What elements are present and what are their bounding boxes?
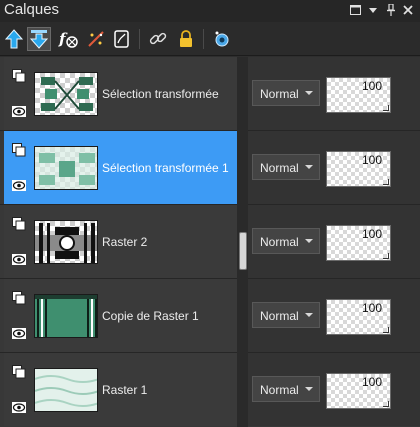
link-icon[interactable] [146, 27, 170, 51]
resize-grip-icon [383, 179, 389, 185]
layer-row-selected[interactable]: Sélection transformée 1 Normal 100 [0, 131, 420, 205]
chevron-down-icon [305, 387, 313, 391]
layer-row-controls: Normal 100 [248, 353, 420, 426]
layer-row[interactable]: Sélection transformée Normal 100 [0, 57, 420, 131]
layer-name: Copie de Raster 1 [102, 309, 199, 323]
opacity-value: 100 [361, 375, 382, 389]
blend-mode-value: Normal [260, 161, 299, 175]
blend-mode-value: Normal [260, 309, 299, 323]
layer-thumbnail [34, 220, 98, 264]
layer-name: Sélection transformée [102, 87, 219, 101]
layer-row-controls: Normal 100 [248, 57, 420, 130]
blend-mode-value: Normal [260, 383, 299, 397]
layer-list: Sélection transformée Normal 100 Sélecti… [0, 57, 420, 427]
adjust-icon[interactable] [84, 27, 108, 51]
layer-group-icon[interactable] [12, 365, 26, 379]
layer-group-icon[interactable] [12, 143, 26, 157]
close-icon[interactable] [401, 3, 415, 17]
layer-row-controls: Normal 100 [248, 279, 420, 352]
opacity-value: 100 [361, 153, 382, 167]
layer-row-info[interactable]: Sélection transformée [4, 57, 237, 130]
panel-title: Calques [4, 1, 60, 18]
layer-row-controls: Normal 100 [248, 131, 420, 204]
blend-mode-select[interactable]: Normal [252, 376, 320, 402]
layers-toolbar: f [0, 22, 420, 56]
fx-icon[interactable]: f [56, 27, 80, 51]
blend-mode-select[interactable]: Normal [252, 154, 320, 180]
resize-grip-icon [383, 253, 389, 259]
layer-row-info[interactable]: Copie de Raster 1 [4, 279, 237, 352]
opacity-field[interactable]: 100 [326, 299, 391, 335]
layer-group-icon[interactable] [12, 69, 26, 83]
layer-row-info[interactable]: Raster 2 [4, 205, 237, 278]
layer-row-info[interactable]: Sélection transformée 1 [4, 131, 237, 204]
layer-row[interactable]: Raster 2 Normal 100 [0, 205, 420, 279]
visibility-eye-icon[interactable] [12, 252, 26, 265]
layer-thumbnail [34, 72, 98, 116]
visibility-eye-icon[interactable] [12, 400, 26, 413]
blend-mode-select[interactable]: Normal [252, 228, 320, 254]
resize-grip-icon [383, 327, 389, 333]
chevron-down-icon [305, 239, 313, 243]
blend-mode-value: Normal [260, 87, 299, 101]
layer-thumbnail [34, 294, 98, 338]
panel-titlebar[interactable]: Calques [0, 0, 420, 22]
layer-name: Sélection transformée 1 [102, 161, 229, 175]
visibility-eye-icon[interactable] [12, 326, 26, 339]
visibility-eye-icon[interactable] [12, 178, 26, 191]
toolbar-divider [139, 29, 140, 49]
layer-name: Raster 2 [102, 235, 148, 249]
layer-down-icon[interactable] [27, 27, 51, 51]
chevron-down-icon [305, 313, 313, 317]
opacity-field[interactable]: 100 [326, 373, 391, 409]
svg-text:f: f [58, 30, 68, 48]
opacity-value: 100 [361, 301, 382, 315]
view-icon[interactable] [210, 27, 234, 51]
layer-name: Raster 1 [102, 383, 148, 397]
layers-panel: Calques f Sélection transformée Normal 1… [0, 0, 420, 427]
layer-group-icon[interactable] [12, 217, 26, 231]
toolbar-divider [203, 29, 204, 49]
chevron-down-icon [305, 165, 313, 169]
visibility-eye-icon[interactable] [12, 104, 26, 117]
blend-mode-value: Normal [260, 235, 299, 249]
opacity-field[interactable]: 100 [326, 151, 391, 187]
opacity-field[interactable]: 100 [326, 77, 391, 113]
chevron-down-icon [305, 91, 313, 95]
lock-icon[interactable] [174, 27, 198, 51]
layer-row[interactable]: Raster 1 Normal 100 [0, 353, 420, 427]
blend-mode-select[interactable]: Normal [252, 80, 320, 106]
resize-grip-icon [383, 401, 389, 407]
dropdown-icon[interactable] [366, 3, 380, 17]
layer-row[interactable]: Copie de Raster 1 Normal 100 [0, 279, 420, 353]
blend-mode-select[interactable]: Normal [252, 302, 320, 328]
opacity-value: 100 [361, 79, 382, 93]
layer-row-info[interactable]: Raster 1 [4, 353, 237, 426]
splitter-handle[interactable] [239, 232, 247, 270]
layer-row-controls: Normal 100 [248, 205, 420, 278]
layer-group-icon[interactable] [12, 291, 26, 305]
layer-thumbnail [34, 368, 98, 412]
maximize-icon[interactable] [348, 3, 362, 17]
pin-icon[interactable] [384, 3, 398, 17]
layer-up-icon[interactable] [2, 27, 26, 51]
layer-thumbnail [34, 146, 98, 190]
opacity-value: 100 [361, 227, 382, 241]
resize-grip-icon [383, 105, 389, 111]
opacity-field[interactable]: 100 [326, 225, 391, 261]
mask-icon[interactable] [110, 27, 134, 51]
